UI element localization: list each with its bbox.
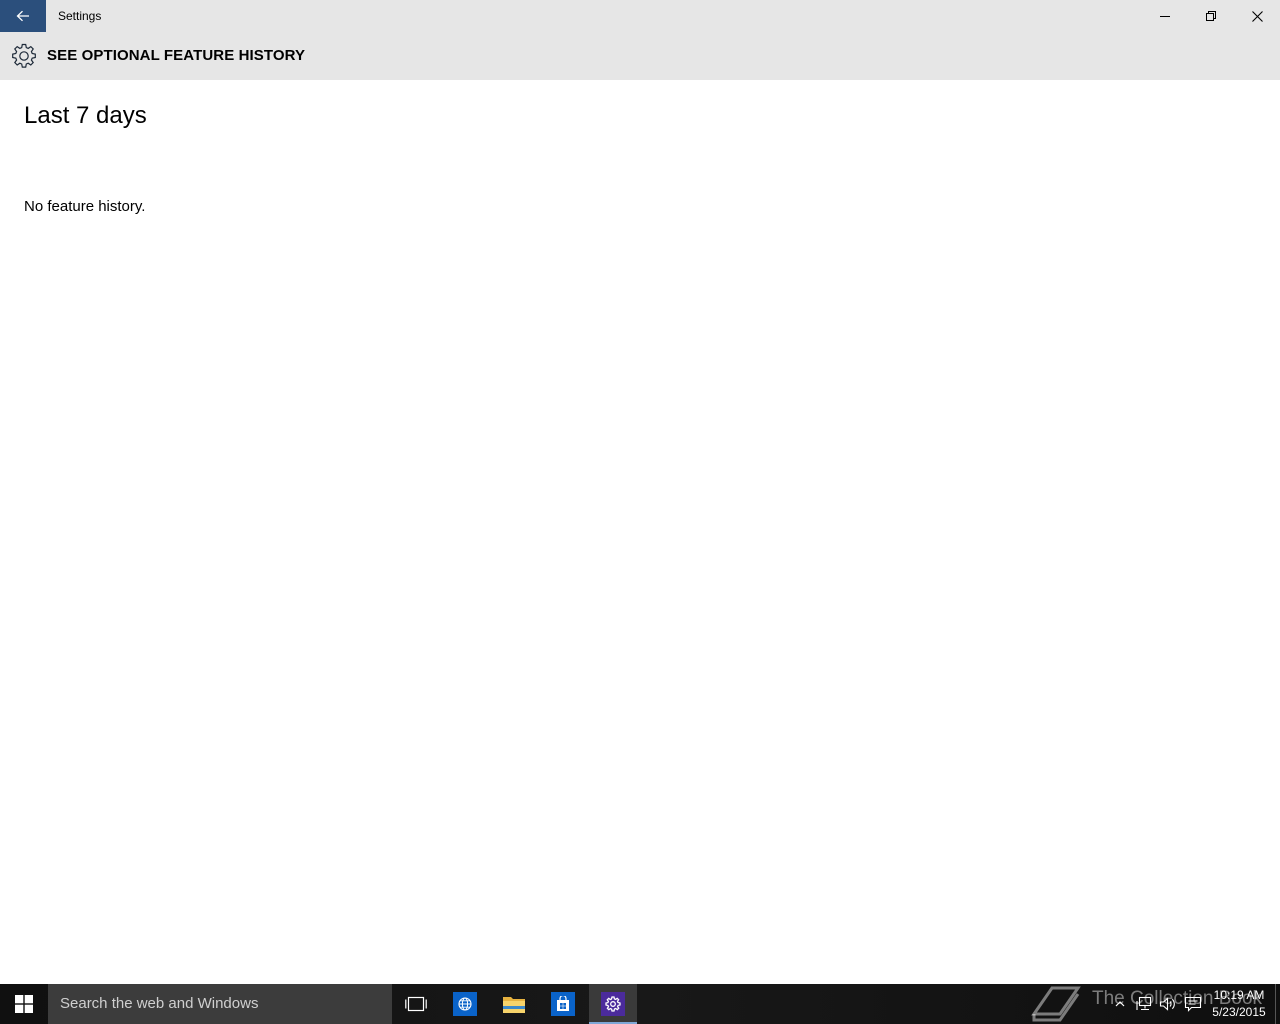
taskbar-settings[interactable] <box>589 984 637 1024</box>
taskbar-store[interactable] <box>539 984 587 1024</box>
taskbar-file-explorer[interactable] <box>490 984 538 1024</box>
taskbar-internet-explorer[interactable] <box>441 984 489 1024</box>
internet-explorer-icon <box>453 992 477 1016</box>
clock-date: 5/23/2015 <box>1212 1005 1266 1019</box>
taskbar: Search the web and Windows The Collectio… <box>0 984 1280 1024</box>
show-desktop-button[interactable] <box>1275 984 1280 1024</box>
restore-button[interactable] <box>1188 0 1234 32</box>
page-title: SEE OPTIONAL FEATURE HISTORY <box>47 47 306 64</box>
book-logo-icon <box>1031 986 1081 1022</box>
restore-icon <box>1206 11 1216 21</box>
action-center-button[interactable] <box>1183 994 1203 1014</box>
minimize-icon <box>1160 16 1170 17</box>
show-hidden-icons-button[interactable] <box>1110 994 1130 1014</box>
store-icon <box>551 992 575 1016</box>
network-icon <box>1136 996 1152 1011</box>
empty-history-message: No feature history. <box>24 198 146 215</box>
page-header: SEE OPTIONAL FEATURE HISTORY <box>0 32 1280 80</box>
close-button[interactable] <box>1234 0 1280 32</box>
file-explorer-icon <box>503 997 525 1013</box>
task-view-button[interactable] <box>392 984 440 1024</box>
settings-icon <box>601 992 625 1016</box>
network-button[interactable] <box>1134 994 1154 1014</box>
section-heading: Last 7 days <box>24 102 147 129</box>
title-bar: Settings <box>0 0 1280 32</box>
windows-logo-icon <box>15 995 33 1013</box>
taskbar-clock[interactable]: 10:19 AM 5/23/2015 <box>1208 987 1270 1021</box>
arrow-left-icon <box>16 10 29 22</box>
minimize-button[interactable] <box>1142 0 1188 32</box>
app-title: Settings <box>58 9 102 23</box>
start-button[interactable] <box>0 984 48 1024</box>
speaker-icon <box>1159 997 1175 1011</box>
chevron-up-icon <box>1115 1001 1125 1007</box>
gear-icon <box>12 43 36 68</box>
task-view-icon <box>405 996 427 1012</box>
action-center-icon <box>1184 996 1202 1012</box>
clock-time: 10:19 AM <box>1213 988 1265 1002</box>
taskbar-search-box[interactable]: Search the web and Windows <box>48 984 392 1024</box>
back-button[interactable] <box>0 0 46 32</box>
volume-button[interactable] <box>1158 994 1178 1014</box>
close-icon <box>1251 10 1263 22</box>
